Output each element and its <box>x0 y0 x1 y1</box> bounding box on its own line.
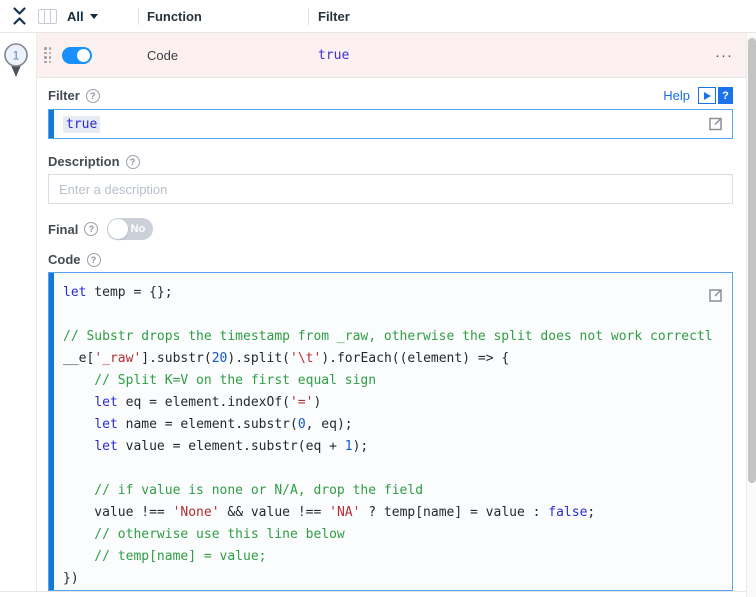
docs-help-icon[interactable]: ? <box>718 87 733 104</box>
function-row[interactable]: Code true ··· <box>37 33 746 78</box>
final-toggle-state: No <box>130 223 146 235</box>
help-link[interactable]: Help <box>663 88 690 103</box>
function-detail-panel: Filter ? Help ? true Description ? Enter… <box>37 79 746 591</box>
final-toggle[interactable]: No <box>107 218 154 240</box>
vertical-scrollbar[interactable] <box>746 33 756 597</box>
filter-label-text: Filter <box>48 88 80 103</box>
function-column-header: Function <box>147 8 202 24</box>
code-line: let value = element.substr(eq + 1); <box>94 439 369 454</box>
code-line: // otherwise use this line below <box>63 527 345 542</box>
pipeline-function-editor: All Function Filter Code true ··· 1 Filt… <box>0 0 756 597</box>
function-filter-value: true <box>318 48 350 63</box>
function-enabled-toggle[interactable] <box>62 47 92 64</box>
description-field-label: Description ? <box>48 154 140 169</box>
function-index-number: 1 <box>13 49 20 63</box>
function-index-pin: 1 <box>3 42 29 80</box>
code-line: let eq = element.indexOf('=') <box>94 395 322 410</box>
group-filter-dropdown[interactable]: All <box>67 9 98 24</box>
code-line: let name = element.substr(0, eq); <box>94 417 353 432</box>
function-name: Code <box>147 48 179 63</box>
column-separator <box>138 8 139 25</box>
code-content[interactable]: let temp = {}; // Substr drops the times… <box>54 273 732 590</box>
pipeline-toolbar: All Function Filter <box>0 0 756 33</box>
description-input[interactable] <box>48 174 733 204</box>
code-line: __e['_raw'].substr(20).split('\t').forEa… <box>63 351 510 366</box>
drag-handle-icon[interactable] <box>44 47 53 64</box>
code-line: value !== 'None' && value !== 'NA' ? tem… <box>63 505 596 520</box>
filter-expression-value: true <box>63 115 101 133</box>
filter-column-header: Filter <box>318 8 350 24</box>
caret-down-icon <box>89 13 98 19</box>
code-line: let temp = {}; <box>63 285 173 300</box>
columns-icon[interactable] <box>38 8 57 24</box>
code-line: }) <box>63 571 79 586</box>
more-options-button[interactable]: ··· <box>715 33 733 78</box>
code-line: // temp[name] = value; <box>63 549 267 564</box>
collapse-all-icon[interactable] <box>12 6 28 26</box>
code-help-icon[interactable]: ? <box>86 252 101 267</box>
expand-code-editor-icon[interactable] <box>707 287 724 304</box>
scrollbar-thumb[interactable] <box>748 38 756 483</box>
final-help-icon[interactable]: ? <box>84 222 99 236</box>
description-help-icon[interactable]: ? <box>125 154 140 169</box>
code-line: // Substr drops the timestamp from _raw,… <box>63 329 713 344</box>
filter-help-icon[interactable]: ? <box>85 88 100 103</box>
expand-editor-icon[interactable] <box>707 116 724 133</box>
code-label-text: Code <box>48 252 81 267</box>
column-separator <box>308 8 309 25</box>
final-label-text: Final <box>48 221 79 237</box>
code-field-label: Code ? <box>48 252 101 267</box>
code-line: // if value is none or N/A, drop the fie… <box>63 483 424 498</box>
description-label-text: Description <box>48 154 120 169</box>
bottom-divider <box>0 591 746 592</box>
group-filter-label: All <box>67 8 84 24</box>
filter-accent-bar <box>49 110 54 138</box>
final-field-label: Final ? <box>48 221 99 237</box>
code-editor[interactable]: let temp = {}; // Substr drops the times… <box>48 272 733 591</box>
filter-expression-input[interactable]: true <box>48 109 733 139</box>
code-line: // Split K=V on the first equal sign <box>63 373 377 388</box>
video-help-icon[interactable] <box>698 87 716 104</box>
filter-field-label: Filter ? <box>48 88 100 103</box>
